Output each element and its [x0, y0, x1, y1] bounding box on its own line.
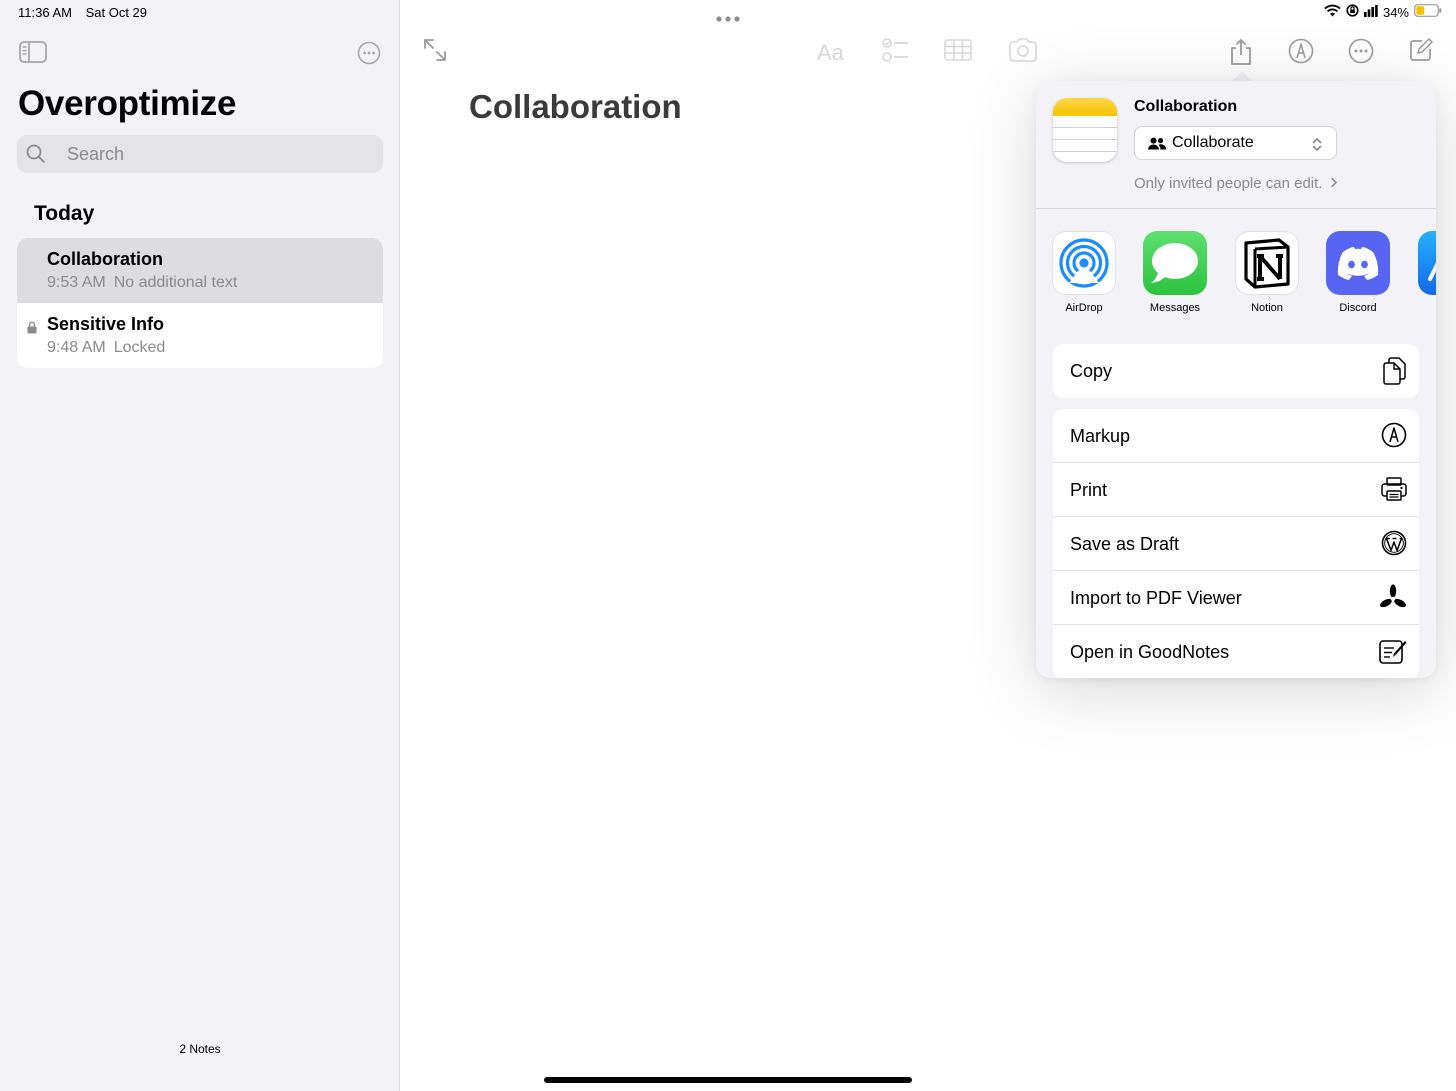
- home-indicator[interactable]: [544, 1077, 912, 1083]
- notion-icon: [1235, 231, 1299, 295]
- action-save-as-draft[interactable]: Save as Draft: [1053, 517, 1419, 571]
- sidebar-toggle-icon[interactable]: [19, 41, 47, 68]
- note-meta: 9:53 AM No additional text: [47, 274, 237, 292]
- copy-action-group: Copy: [1053, 344, 1419, 398]
- copy-icon: [1381, 357, 1407, 390]
- format-icon[interactable]: Aa: [817, 40, 844, 66]
- expand-icon[interactable]: [423, 38, 447, 67]
- folder-title: Overoptimize: [18, 84, 237, 123]
- search-icon: [26, 144, 45, 163]
- permission-link[interactable]: Only invited people can edit.: [1134, 175, 1338, 192]
- search-placeholder: Search: [67, 144, 125, 164]
- app-name: AirDrop: [1065, 302, 1103, 314]
- search-field[interactable]: Search: [17, 135, 383, 173]
- action-copy[interactable]: Copy: [1053, 344, 1419, 398]
- share-app-store[interactable]: S: [1418, 231, 1436, 314]
- airdrop-icon: [1052, 231, 1116, 295]
- notes-list: Collaboration 9:53 AM No additional text …: [17, 238, 383, 368]
- collaborate-menu[interactable]: Collaborate: [1134, 126, 1337, 160]
- wifi-icon: [1324, 4, 1341, 20]
- status-bar-right: 34%: [1324, 4, 1442, 20]
- wordpress-icon: [1381, 530, 1407, 561]
- note-preview: No additional text: [113, 274, 238, 291]
- discord-icon: [1326, 231, 1390, 295]
- share-app-messages[interactable]: Messages: [1143, 231, 1207, 314]
- note-title: Sensitive Info: [47, 314, 165, 334]
- note-meta: 9:48 AM Locked: [47, 339, 165, 357]
- orientation-lock-icon: [1346, 4, 1359, 20]
- note-title: Collaboration: [47, 249, 163, 269]
- more-options-icon[interactable]: [1348, 38, 1374, 69]
- section-header-today: Today: [34, 202, 95, 225]
- app-name: S: [1418, 302, 1436, 314]
- battery-icon: [1414, 4, 1442, 20]
- action-open-in-goodnotes[interactable]: Open in GoodNotes: [1053, 625, 1419, 678]
- messages-icon: [1143, 231, 1207, 295]
- status-date: Sat Oct 29: [85, 5, 148, 20]
- more-icon[interactable]: [357, 41, 381, 70]
- app-store-icon: [1418, 231, 1436, 295]
- share-icon[interactable]: [1229, 38, 1253, 71]
- note-preview: Locked: [113, 339, 166, 356]
- permission-text: Only invited people can edit.: [1134, 175, 1323, 192]
- share-app-airdrop[interactable]: AirDrop: [1052, 231, 1116, 314]
- print-icon: [1381, 476, 1407, 507]
- action-label: Import to PDF Viewer: [1070, 588, 1242, 608]
- notes-count: 2 Notes: [179, 1042, 221, 1056]
- action-label: Save as Draft: [1070, 534, 1180, 554]
- collaborate-label: Collaborate: [1172, 134, 1254, 151]
- people-icon: [1148, 137, 1166, 150]
- action-label: Open in GoodNotes: [1070, 642, 1230, 662]
- action-label: Markup: [1070, 426, 1131, 446]
- action-print[interactable]: Print: [1053, 463, 1419, 517]
- app-name: Notion: [1251, 302, 1283, 314]
- share-title: Collaboration: [1134, 98, 1238, 115]
- action-label: Copy: [1070, 361, 1113, 381]
- status-time: 11:36 AM: [18, 5, 72, 20]
- action-markup[interactable]: Markup: [1053, 409, 1419, 463]
- action-label: Print: [1070, 480, 1108, 500]
- note-time: 9:53 AM: [47, 274, 106, 291]
- battery-percent: 34%: [1382, 4, 1409, 20]
- checklist-icon[interactable]: [881, 38, 909, 67]
- note-time: 9:48 AM: [47, 339, 106, 356]
- actions-group: Markup Print Save as Draft Import to PDF…: [1053, 409, 1419, 678]
- markup-icon: [1381, 422, 1407, 453]
- goodnotes-icon: [1379, 638, 1407, 669]
- note-item-collaboration[interactable]: Collaboration 9:53 AM No additional text: [17, 238, 383, 303]
- camera-icon[interactable]: [1008, 38, 1038, 67]
- markup-pen-icon[interactable]: [1288, 38, 1314, 69]
- pdf-viewer-icon: [1379, 584, 1407, 615]
- share-app-discord[interactable]: Discord: [1326, 231, 1390, 314]
- divider: [1036, 208, 1436, 209]
- action-import-to-pdf-viewer[interactable]: Import to PDF Viewer: [1053, 571, 1419, 625]
- chevron-up-down-icon: [1312, 138, 1322, 151]
- signal-icon: [1363, 4, 1378, 20]
- table-icon[interactable]: [944, 38, 972, 67]
- sidebar: 11:36 AM Sat Oct 29 Overoptimize Search …: [0, 0, 400, 1091]
- share-app-notion[interactable]: Notion: [1235, 231, 1299, 314]
- app-name: Messages: [1149, 302, 1201, 314]
- note-item-sensitive-info[interactable]: Sensitive Info 9:48 AM Locked: [17, 303, 383, 368]
- chevron-right-icon: [1330, 175, 1338, 192]
- multitasking-dots-icon[interactable]: [716, 9, 740, 27]
- compose-icon[interactable]: [1409, 38, 1433, 67]
- status-bar-left: 11:36 AM Sat Oct 29: [18, 5, 157, 20]
- app-name: Discord: [1339, 302, 1377, 314]
- notes-app-icon: [1053, 98, 1117, 162]
- lock-icon: [27, 321, 37, 339]
- note-heading[interactable]: Collaboration: [469, 88, 682, 126]
- share-sheet: Collaboration Collaborate Only invited p…: [1036, 81, 1436, 678]
